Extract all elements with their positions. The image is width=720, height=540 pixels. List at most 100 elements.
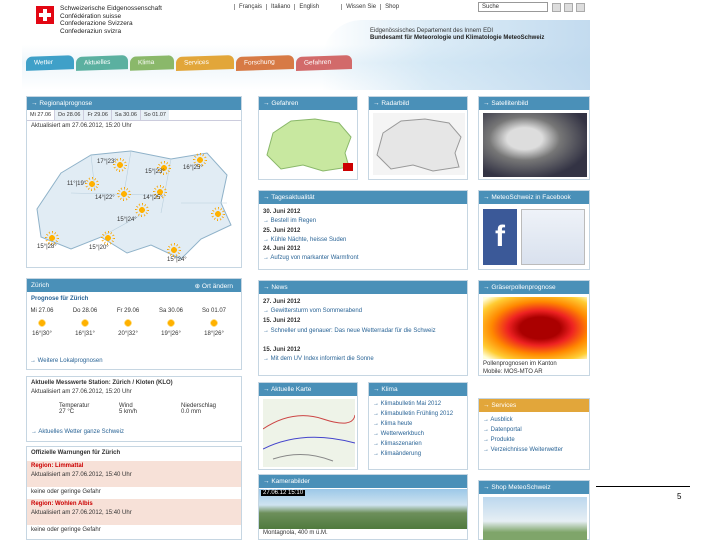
local-forecast-header: Zürich ⊕ Ort ändern bbox=[27, 279, 241, 292]
service-link-1[interactable]: → Ausblick bbox=[483, 417, 513, 423]
sun-icon bbox=[169, 245, 179, 255]
map-temp: 17°|23° bbox=[97, 159, 117, 165]
climate-link-3[interactable]: → Klima heute bbox=[373, 421, 412, 427]
map-temp: 15°|28° bbox=[37, 244, 57, 250]
climate-link-4[interactable]: → Wetterwerkbuch bbox=[373, 431, 424, 437]
warning-region-2[interactable]: Region: Wohlen Albis Aktualisiert am 27.… bbox=[27, 499, 241, 525]
map-temp: 16°|25° bbox=[183, 165, 203, 171]
day-tab-3[interactable]: Fr 29.06 bbox=[84, 110, 112, 120]
day-tab-1[interactable]: Mi 27.06 bbox=[27, 110, 56, 120]
service-link-2[interactable]: → Datenportal bbox=[483, 427, 522, 433]
pollen-caption: Pollenprognosen im Kanton bbox=[483, 361, 557, 367]
tab-forschung[interactable]: Forschung bbox=[236, 54, 294, 72]
sun-icon bbox=[208, 317, 220, 329]
warning-level-2: keine oder geringe Gefahr bbox=[31, 527, 101, 533]
pollen-map bbox=[483, 297, 587, 359]
service-link-3[interactable]: → Produkte bbox=[483, 437, 515, 443]
day-tabs: Mi 27.06 Do 28.06 Fr 29.06 Sa 30.06 So 0… bbox=[27, 110, 241, 121]
department-title: Eidgenössisches Departement des Innern E… bbox=[370, 28, 544, 42]
current-map-panel[interactable]: → Aktuelle Karte bbox=[258, 382, 358, 470]
climate-link-2[interactable]: → Klimabulletin Frühling 2012 bbox=[373, 411, 453, 417]
forecast-day-3[interactable]: Fr 29.06 20°|32° bbox=[110, 308, 146, 337]
service-link-4[interactable]: → Verzeichnisse Weiterwetter bbox=[483, 447, 563, 453]
facebook-panel[interactable]: → MeteoSchweiz in Facebook f bbox=[478, 190, 590, 270]
station-updated: Aktualisiert am 27.06.2012, 15:20 Uhr bbox=[31, 389, 132, 395]
forecast-day-1[interactable]: Mi 27.06 16°|30° bbox=[24, 308, 60, 337]
sun-icon bbox=[213, 209, 223, 219]
warnings-title: Offizielle Warnungen für Zürich bbox=[31, 450, 121, 456]
station-title: Aktuelle Messwerte Station: Zürich / Klo… bbox=[31, 380, 173, 386]
sun-icon bbox=[165, 317, 177, 329]
page-number: 5 bbox=[677, 492, 682, 501]
hazards-panel[interactable]: → Gefahren bbox=[258, 96, 358, 180]
pollen-panel[interactable]: → Gräserpollenprognose Pollenprognosen i… bbox=[478, 280, 590, 376]
nav-shop[interactable]: Shop bbox=[380, 4, 404, 10]
pollen-mobile: Mobile: MOS-MTO AR bbox=[483, 369, 543, 375]
facebook-icon: f bbox=[483, 209, 517, 265]
daily-news-panel: → Tagesaktualität 30. Juni 2012 → Bestel… bbox=[258, 190, 468, 270]
webcam-caption: Montagnola, 400 m ü.M. bbox=[263, 530, 328, 536]
tab-wetter[interactable]: Wetter bbox=[26, 55, 74, 71]
current-weather-link[interactable]: → Aktuelles Wetter ganze Schweiz bbox=[31, 429, 124, 435]
tab-gefahren[interactable]: Gefahren bbox=[296, 55, 352, 71]
news-link-2[interactable]: → Schneller und genauer: Das neue Wetter… bbox=[263, 327, 463, 336]
satellite-panel[interactable]: → Satellitenbild bbox=[478, 96, 590, 180]
day-tab-5[interactable]: So 01.07 bbox=[140, 110, 169, 120]
daily-link-2[interactable]: → Kühle Nächte, heisse Suden bbox=[263, 237, 346, 243]
warning-level-1: keine oder geringe Gefahr bbox=[31, 489, 101, 495]
map-temp: 15°|23° bbox=[145, 169, 165, 175]
lang-fr[interactable]: Français bbox=[234, 4, 267, 10]
news-link-1[interactable]: → Gewittersturm vom Sommerabend bbox=[263, 308, 362, 314]
daily-link-1[interactable]: → Bestell im Regen bbox=[263, 218, 316, 224]
station-panel: Aktuelle Messwerte Station: Zürich / Klo… bbox=[26, 376, 242, 442]
map-temp: 15°|24° bbox=[117, 217, 137, 223]
services-header: → Services bbox=[479, 399, 589, 412]
hazards-header: → Gefahren bbox=[259, 97, 357, 110]
print-icon[interactable] bbox=[576, 3, 585, 12]
daily-link-3[interactable]: → Aufzug von markanter Warmfront bbox=[263, 255, 359, 261]
rain-measure: Niederschlag 0.0 mm bbox=[181, 403, 217, 415]
satellite-image bbox=[483, 113, 587, 177]
lang-it[interactable]: Italiano bbox=[266, 4, 295, 10]
change-location-link[interactable]: ⊕ Ort ändern bbox=[195, 282, 233, 290]
forecast-day-5[interactable]: So 01.07 18°|26° bbox=[196, 308, 232, 337]
nav-wissen[interactable]: Wissen Sie bbox=[341, 4, 381, 10]
hazards-map bbox=[266, 118, 353, 172]
more-local-forecasts-link[interactable]: → Weitere Lokalprognosen bbox=[30, 358, 103, 364]
tab-klima[interactable]: Klima bbox=[130, 55, 174, 71]
home-icon[interactable] bbox=[552, 3, 561, 12]
climate-link-1[interactable]: → Klimabulletin Mai 2012 bbox=[373, 401, 441, 407]
conf-de: Schweizerische Eidgenossenschaft bbox=[60, 5, 162, 12]
pollen-header: → Gräserpollenprognose bbox=[479, 281, 589, 294]
regional-forecast-header: → Regionalprognose bbox=[27, 97, 241, 110]
radar-panel[interactable]: → Radarbild bbox=[368, 96, 468, 180]
local-forecast-title: Prognose für Zürich bbox=[31, 296, 89, 302]
daily-date-1: 30. Juni 2012 bbox=[263, 209, 301, 215]
lang-en[interactable]: English bbox=[294, 4, 324, 10]
warnings-panel: Offizielle Warnungen für Zürich Region: … bbox=[26, 446, 242, 540]
climate-link-5[interactable]: → Klimaszenarien bbox=[373, 441, 422, 447]
news-link-3[interactable]: → Mit dem UV Index informiert die Sonne bbox=[263, 356, 374, 362]
climate-link-6[interactable]: → Klimaänderung bbox=[373, 451, 421, 457]
tab-aktuelles[interactable]: Aktuelles bbox=[76, 55, 128, 71]
swiss-flag-icon bbox=[36, 6, 54, 24]
day-tab-4[interactable]: Sa 30.06 bbox=[111, 110, 141, 120]
climate-panel: → Klima → Klimabulletin Mai 2012 → Klima… bbox=[368, 382, 468, 470]
day-tab-2[interactable]: Do 28.06 bbox=[55, 110, 85, 120]
switzerland-map[interactable] bbox=[31, 133, 239, 265]
temp-measure: Temperatur 27 °C bbox=[59, 403, 90, 415]
search-input[interactable]: Suche bbox=[478, 2, 548, 12]
sun-icon bbox=[36, 317, 48, 329]
forecast-day-4[interactable]: Sa 30.06 19°|26° bbox=[153, 308, 189, 337]
warning-region-1[interactable]: Region: Limmattal Aktualisiert am 27.06.… bbox=[27, 461, 241, 487]
shop-panel[interactable]: → Shop MeteoSchweiz bbox=[478, 480, 590, 540]
sun-icon bbox=[47, 233, 57, 243]
slide-divider bbox=[596, 486, 690, 487]
webcam-panel[interactable]: → Kamerabilder 27.06.12 15:10 Montagnola… bbox=[258, 474, 468, 540]
mail-icon[interactable] bbox=[564, 3, 573, 12]
sun-icon bbox=[87, 179, 97, 189]
dept-line1: Eidgenössisches Departement des Innern E… bbox=[370, 28, 494, 34]
tab-services[interactable]: Services bbox=[176, 54, 234, 72]
news-header: → News bbox=[259, 281, 467, 294]
forecast-day-2[interactable]: Do 28.06 16°|31° bbox=[67, 308, 103, 337]
